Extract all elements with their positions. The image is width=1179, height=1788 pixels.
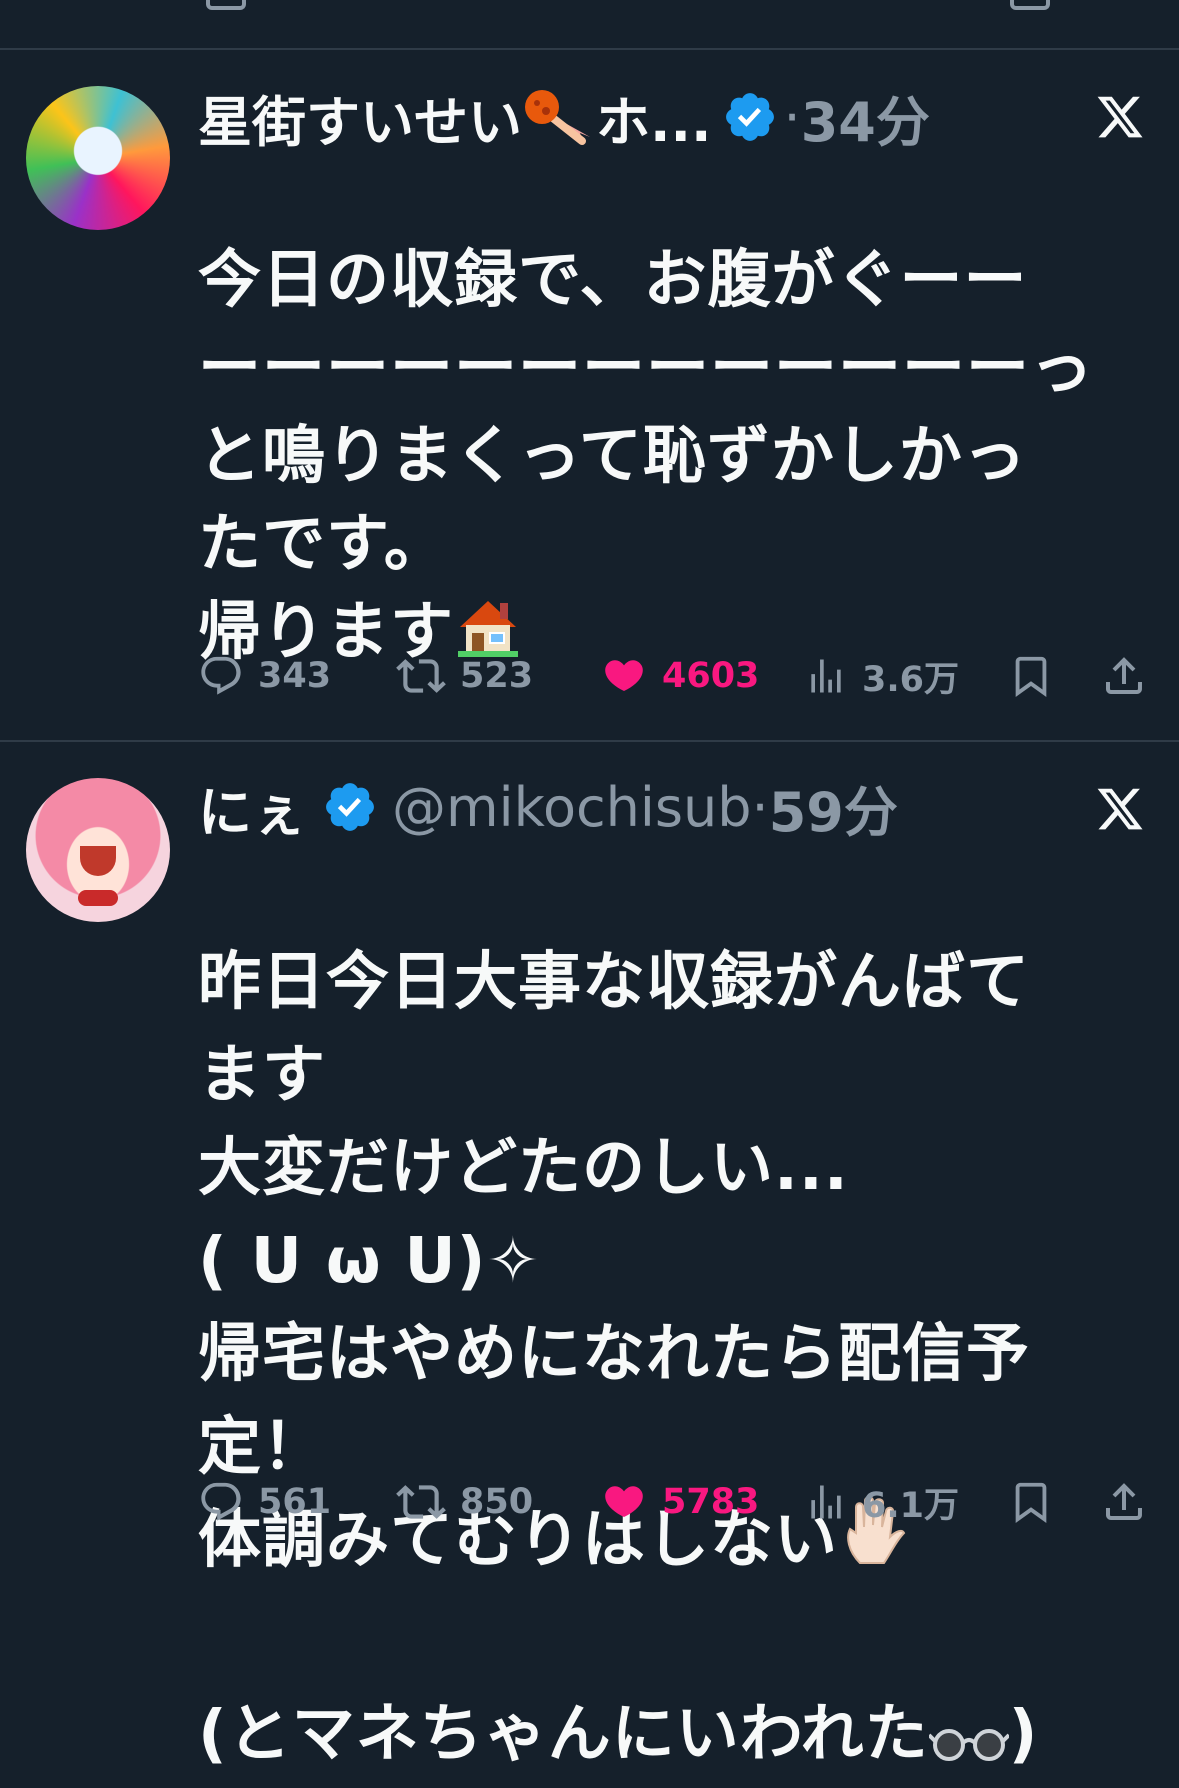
tweet-actions: 343 523 4603 3.6万 (198, 646, 1148, 706)
display-name-suffix[interactable]: ホ... (596, 78, 712, 157)
previous-tweet-actions (0, 0, 1179, 50)
repost-button[interactable]: 850 (396, 1472, 533, 1532)
bookmark-button[interactable] (1008, 646, 1054, 706)
x-grok-icon[interactable] (1095, 784, 1145, 834)
reply-button[interactable]: 561 (198, 1472, 331, 1532)
tweet-header: 星街すいせい ホ... · 34分 (198, 82, 930, 154)
reply-icon[interactable] (206, 0, 246, 10)
user-handle[interactable]: @mikochisub (392, 776, 752, 839)
tweet-body: 今日の収録で、お腹がぐーー ーーーーーーーーーーーーーっ と鳴りまくって恥ずかし… (198, 243, 1094, 668)
separator-dot: · (751, 775, 769, 839)
views-button[interactable]: 6.1万 (804, 1472, 959, 1532)
tweet[interactable]: にぇ @mikochisub · 59分 昨日今日大事な収録がんばて ます 大変… (0, 742, 1179, 1770)
heart-icon (600, 1478, 648, 1526)
tweet-actions: 561 850 5783 6.1万 (198, 1472, 1148, 1532)
repost-icon (396, 1477, 446, 1527)
tweet-body-tail-end: ) (1008, 1697, 1039, 1770)
display-name[interactable]: にぇ (198, 768, 306, 847)
reply-count: 343 (258, 656, 332, 696)
separator-dot: · (783, 85, 801, 149)
views-count: 6.1万 (862, 1485, 960, 1526)
meteor-emoji (522, 87, 592, 147)
verified-badge-icon (322, 779, 378, 835)
share-button[interactable] (1100, 1472, 1148, 1532)
glasses-emoji (927, 1695, 1011, 1788)
tweet-time[interactable]: 34分 (801, 78, 930, 157)
reply-button[interactable]: 343 (198, 646, 331, 706)
bookmark-button[interactable] (1008, 1472, 1054, 1532)
reply-icon (198, 1479, 244, 1525)
like-button[interactable]: 4603 (600, 646, 759, 706)
share-icon (1100, 1478, 1148, 1526)
x-grok-icon[interactable] (1095, 92, 1145, 142)
tweet-text: 昨日今日大事な収録がんばて ます 大変だけどたのしい... ( ᑌ ω ᑌ)✧ … (198, 842, 1158, 1788)
like-button[interactable]: 5783 (600, 1472, 759, 1532)
tweet-time[interactable]: 59分 (769, 768, 898, 847)
avatar[interactable] (26, 778, 170, 922)
verified-badge-icon (722, 89, 778, 145)
avatar[interactable] (26, 86, 170, 230)
repost-button[interactable]: 523 (396, 646, 533, 706)
repost-count: 523 (460, 656, 534, 696)
heart-icon (600, 652, 648, 700)
reply-count: 561 (258, 1482, 332, 1522)
display-name[interactable]: 星街すいせい (198, 78, 522, 157)
bookmark-icon (1008, 652, 1054, 700)
repost-icon (396, 651, 446, 701)
views-icon (804, 1479, 848, 1525)
share-icon (1100, 652, 1148, 700)
tweet-header: にぇ @mikochisub · 59分 (198, 772, 898, 844)
views-count: 3.6万 (862, 659, 960, 700)
repost-count: 850 (460, 1482, 534, 1522)
avatar-mouth (80, 846, 116, 876)
views-icon (804, 653, 848, 699)
reply-icon (198, 653, 244, 699)
like-count: 5783 (662, 1482, 760, 1522)
like-count: 4603 (662, 656, 760, 696)
bookmark-icon[interactable] (1010, 0, 1050, 10)
share-button[interactable] (1100, 646, 1148, 706)
avatar-bow (78, 890, 118, 906)
tweet-body-tail: (とマネちゃんにいわれた (198, 1697, 929, 1770)
bookmark-icon (1008, 1478, 1054, 1526)
tweet-text: 今日の収録で、お腹がぐーー ーーーーーーーーーーーーーっ と鳴りまくって恥ずかし… (198, 148, 1158, 684)
tweet[interactable]: 星街すいせい ホ... · 34分 今日の収録で、お腹がぐーー ーーーーーーーー… (0, 50, 1179, 742)
views-button[interactable]: 3.6万 (804, 646, 959, 706)
